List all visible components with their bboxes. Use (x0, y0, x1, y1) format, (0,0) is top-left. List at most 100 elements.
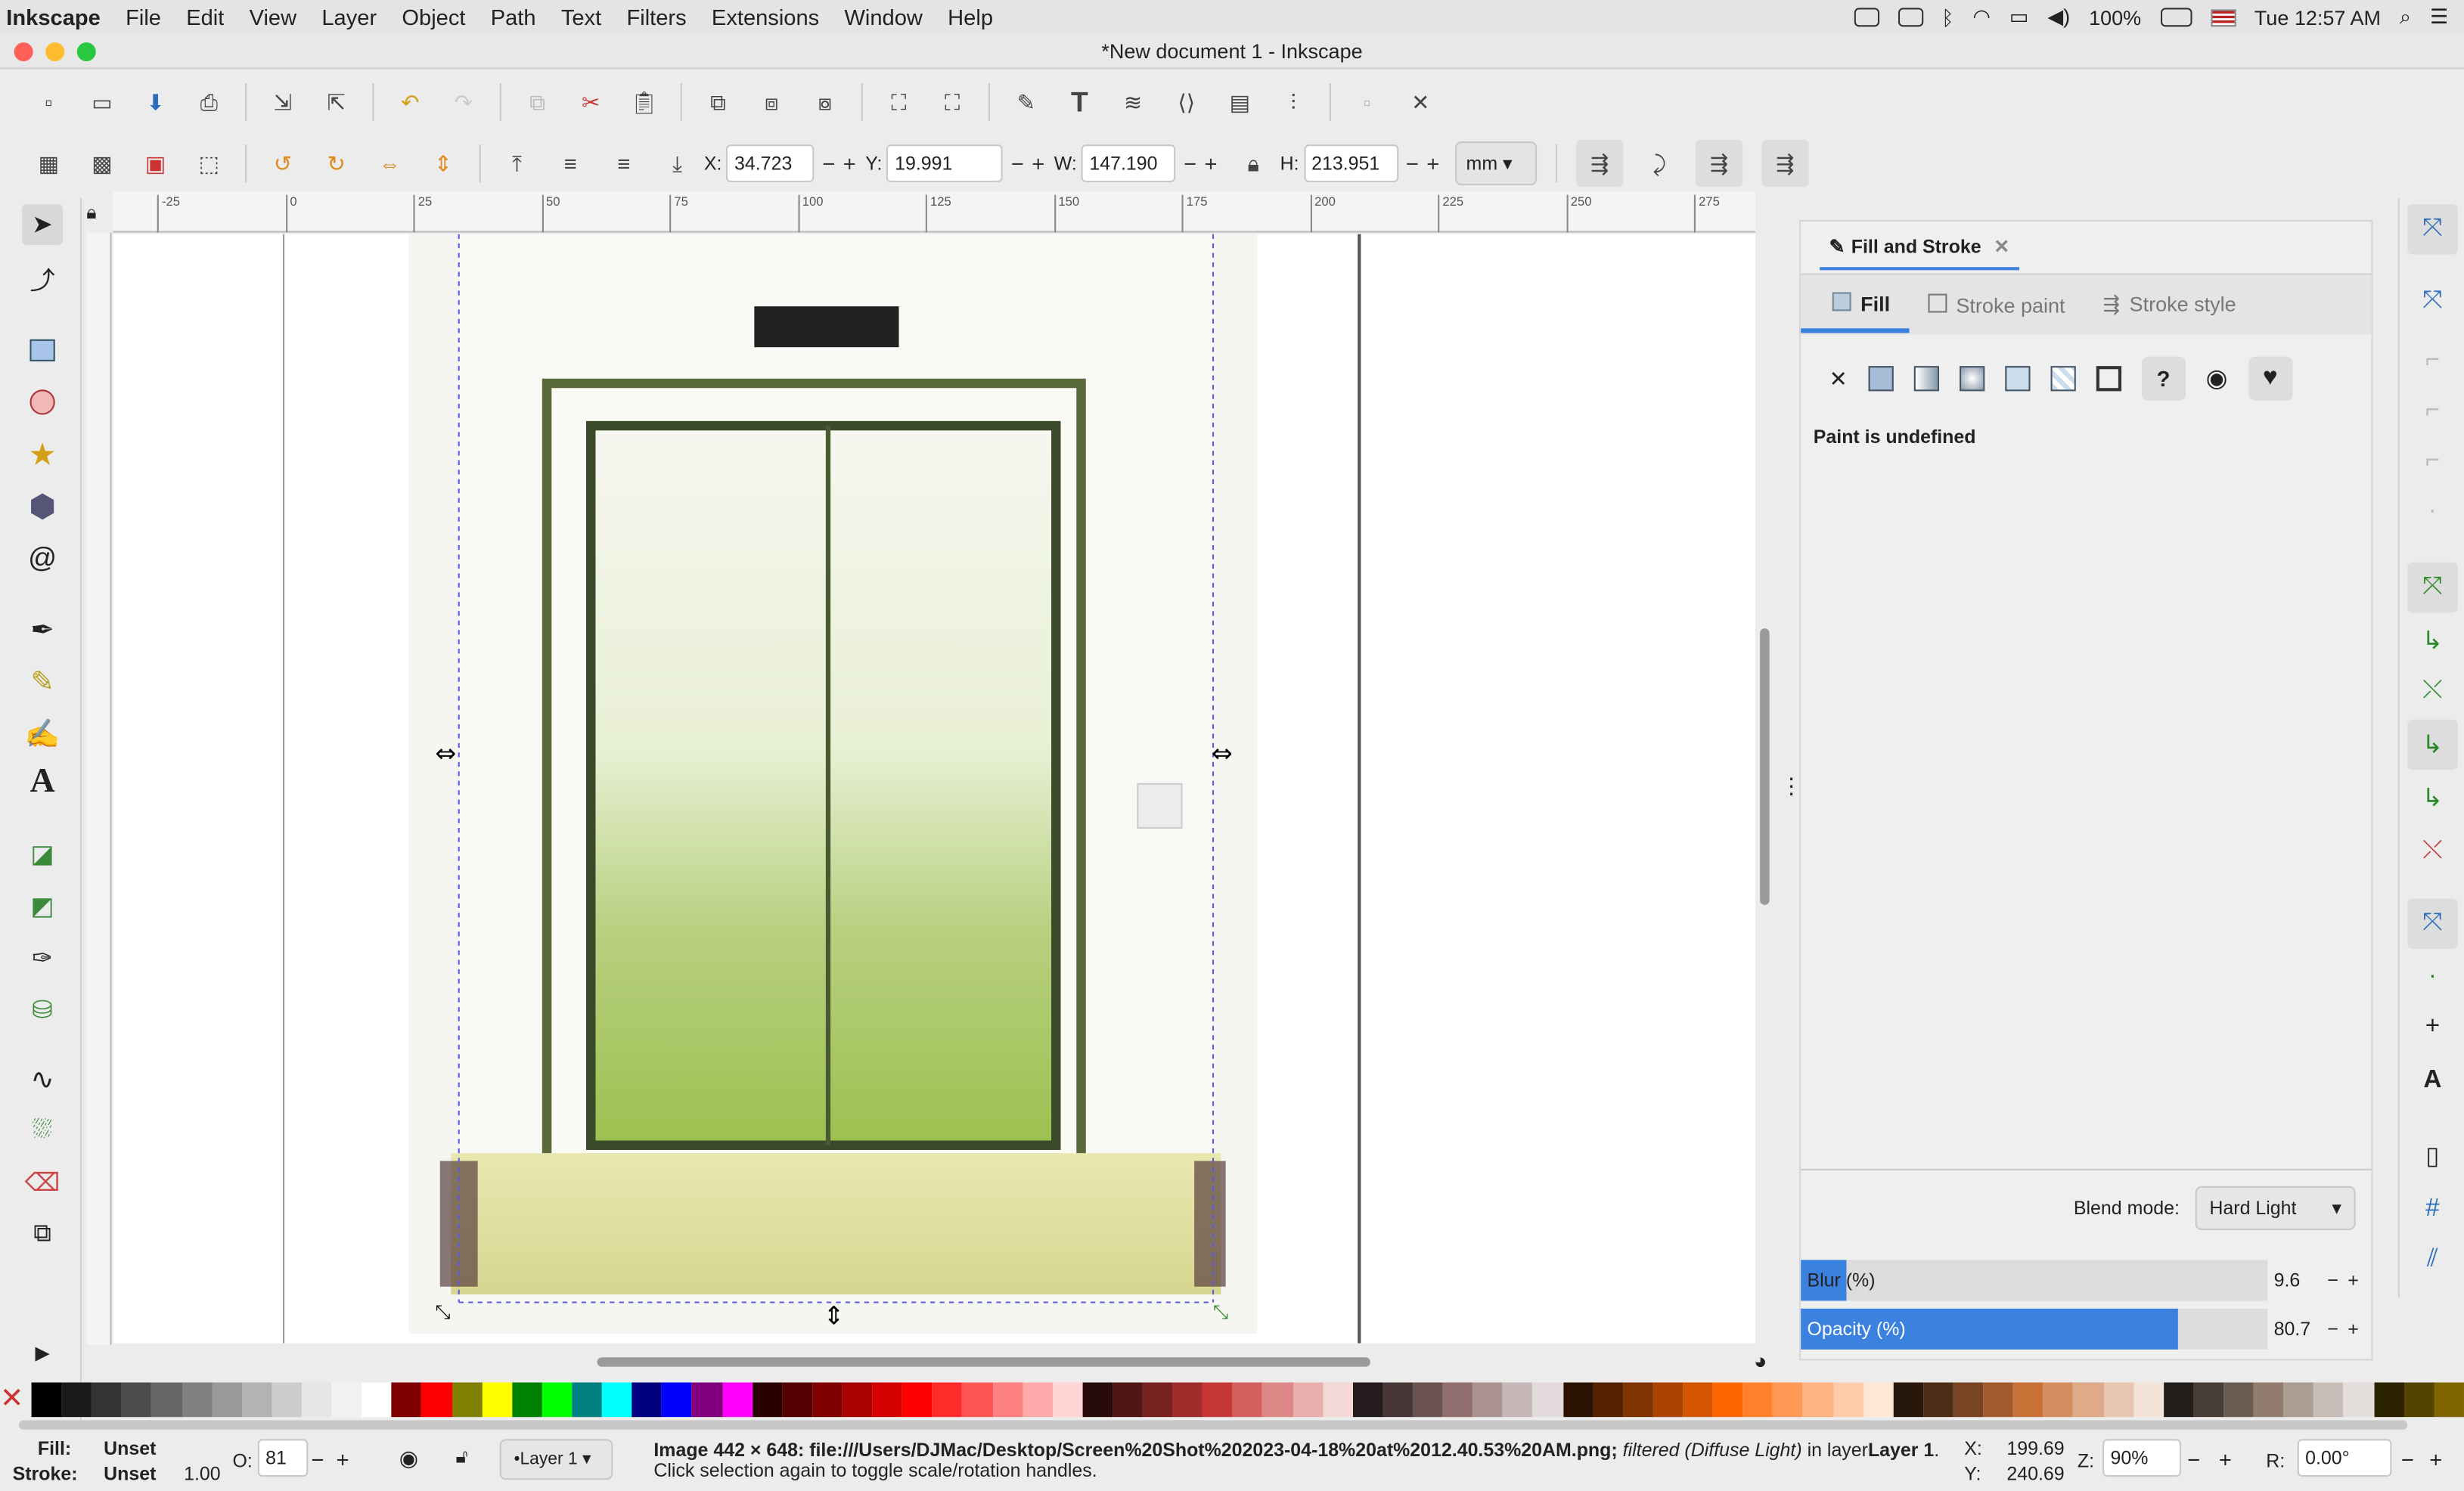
color-swatch[interactable] (1742, 1382, 1774, 1418)
blur-decrement-button[interactable]: − (2327, 1269, 2338, 1291)
menu-file[interactable]: File (113, 5, 173, 29)
transform-handles-icon[interactable]: ⬚ (191, 146, 226, 181)
snap-guides-icon[interactable]: ⫽ (2407, 1235, 2457, 1285)
move-patterns-icon[interactable]: ⇶ (1761, 139, 1809, 188)
objects-icon[interactable]: ▤ (1223, 85, 1258, 119)
color-swatch[interactable] (2103, 1382, 2134, 1418)
snap-toggle-icon[interactable]: ⤧ (2407, 204, 2458, 255)
open-icon[interactable]: ▭ (85, 85, 119, 119)
color-swatch[interactable] (2163, 1382, 2194, 1418)
menu-object[interactable]: Object (389, 5, 478, 29)
color-swatch[interactable] (1413, 1382, 1443, 1418)
linear-gradient-icon[interactable] (1913, 366, 1939, 392)
group-icon[interactable]: ⛶ (882, 85, 917, 119)
color-swatch[interactable] (1532, 1382, 1563, 1418)
w-input[interactable]: 147.190 (1081, 144, 1176, 183)
color-swatch[interactable] (2373, 1382, 2404, 1418)
align-distribute-icon[interactable]: ⫶ (1276, 85, 1311, 119)
select-all-icon[interactable]: ▦ (32, 146, 67, 181)
volume-icon[interactable]: ◀) (2047, 5, 2070, 29)
color-swatch[interactable] (992, 1382, 1023, 1418)
color-swatch[interactable] (182, 1382, 212, 1418)
raise-icon[interactable]: ≡ (553, 146, 588, 181)
undo-icon[interactable]: ↶ (393, 85, 427, 119)
zoom-input[interactable]: 90% (2102, 1439, 2181, 1477)
color-swatch[interactable] (1022, 1382, 1053, 1418)
color-swatch[interactable] (782, 1382, 812, 1418)
color-swatch[interactable] (1593, 1382, 1623, 1418)
layer-visibility-icon[interactable]: ◉ (399, 1446, 418, 1472)
color-swatch[interactable] (331, 1382, 362, 1418)
color-swatch[interactable] (1953, 1382, 1984, 1418)
gradient-tool-icon[interactable]: ◪ (22, 834, 63, 875)
h-input[interactable]: 213.951 (1303, 144, 1398, 183)
snap-bbox-edge-icon[interactable]: ⌐ (2407, 336, 2457, 386)
spotlight-icon[interactable]: ⌕ (2400, 5, 2411, 29)
drawing-canvas[interactable]: ⇔ ⇔ ⇕ ⤡ ⤡ (113, 234, 1755, 1344)
h-increment-button[interactable]: + (1426, 150, 1439, 175)
color-swatch[interactable] (542, 1382, 573, 1418)
color-swatch[interactable] (2253, 1382, 2284, 1418)
snap-bbox-midpoint-icon[interactable]: ⌐ (2407, 437, 2457, 487)
minimize-window-button[interactable] (45, 42, 65, 62)
color-swatch[interactable] (2193, 1382, 2224, 1418)
color-swatch[interactable] (392, 1382, 422, 1418)
preferences-icon[interactable]: ✕ (1403, 85, 1438, 119)
snap-line-midpoints-icon[interactable]: ⤬ (2407, 826, 2457, 876)
redo-icon[interactable]: ↷ (446, 85, 481, 119)
clock[interactable]: Tue 12:57 AM (2255, 5, 2381, 29)
units-select[interactable]: mm ▾ (1455, 141, 1538, 186)
color-swatch[interactable] (2073, 1382, 2104, 1418)
tweak-tool-icon[interactable]: ∿ (22, 1059, 63, 1099)
text-font-icon[interactable]: T (1063, 85, 1097, 119)
new-document-icon[interactable]: ▫ (32, 85, 67, 119)
wifi-icon[interactable]: ◠ (1972, 5, 1991, 29)
print-icon[interactable]: ⎙ (191, 85, 226, 119)
app-status-icon[interactable] (1853, 8, 1879, 27)
ellipse-tool-icon[interactable] (22, 382, 63, 423)
color-manage-icon[interactable]: ◕ (1754, 1348, 1767, 1373)
color-swatch[interactable] (752, 1382, 783, 1418)
connector-tool-icon[interactable]: ⧉ (22, 1214, 63, 1255)
color-swatch[interactable] (1293, 1382, 1323, 1418)
color-swatch[interactable] (421, 1382, 452, 1418)
dropper-tool-icon[interactable]: ✑ (22, 938, 63, 978)
eraser-tool-icon[interactable]: ⌫ (22, 1163, 63, 1204)
no-color-swatch[interactable]: ✕ (0, 1382, 32, 1417)
color-swatch[interactable] (1863, 1382, 1894, 1418)
color-swatch[interactable] (241, 1382, 272, 1418)
selected-image[interactable]: ⇔ ⇔ ⇕ ⤡ ⤡ (113, 234, 1755, 1344)
color-swatch[interactable] (1983, 1382, 2014, 1418)
export-icon[interactable]: ⇱ (319, 85, 354, 119)
tab-stroke-paint[interactable]: Stroke paint (1909, 277, 2084, 333)
menu-path[interactable]: Path (478, 5, 548, 29)
rotation-increment-button[interactable]: + (2429, 1447, 2442, 1472)
snap-text-baseline-icon[interactable]: A (2407, 1055, 2457, 1105)
paint-bucket-tool-icon[interactable]: ⛁ (22, 990, 63, 1031)
zoom-window-button[interactable] (76, 42, 96, 62)
text-tool-icon[interactable]: A (22, 761, 63, 801)
fill-rule-nonzero-icon[interactable]: ♥ (2248, 356, 2292, 401)
snap-grids-icon[interactable]: # (2407, 1185, 2457, 1235)
mesh-gradient-icon[interactable] (2004, 366, 2030, 392)
color-swatch[interactable] (2043, 1382, 2074, 1418)
zoom-increment-button[interactable]: + (2219, 1447, 2232, 1472)
palette-scrollbar[interactable] (18, 1420, 2408, 1430)
snap-nodes-icon[interactable]: ⤧ (2407, 562, 2458, 613)
color-swatch[interactable] (362, 1382, 393, 1418)
paste-icon[interactable]: 📋︎ (627, 85, 662, 119)
import-icon[interactable]: ⇲ (265, 85, 300, 119)
color-swatch[interactable] (1893, 1382, 1923, 1418)
swatch-icon[interactable] (2096, 366, 2121, 392)
color-swatch[interactable] (61, 1382, 92, 1418)
scale-corners-icon[interactable]: ⤸ (1642, 146, 1677, 181)
opacity-decrement-button[interactable]: − (2327, 1318, 2338, 1340)
rotation-decrement-button[interactable]: − (2401, 1447, 2414, 1472)
y-input[interactable]: 19.991 (886, 144, 1004, 183)
deselect-icon[interactable]: ▣ (138, 146, 173, 181)
ungroup-icon[interactable]: ⛶ (935, 85, 970, 119)
mesh-tool-icon[interactable]: ◩ (22, 886, 63, 927)
select-all-layers-icon[interactable]: ▩ (85, 146, 119, 181)
color-swatch[interactable] (1262, 1382, 1293, 1418)
xml-editor-icon[interactable]: ✎ (1009, 85, 1044, 119)
